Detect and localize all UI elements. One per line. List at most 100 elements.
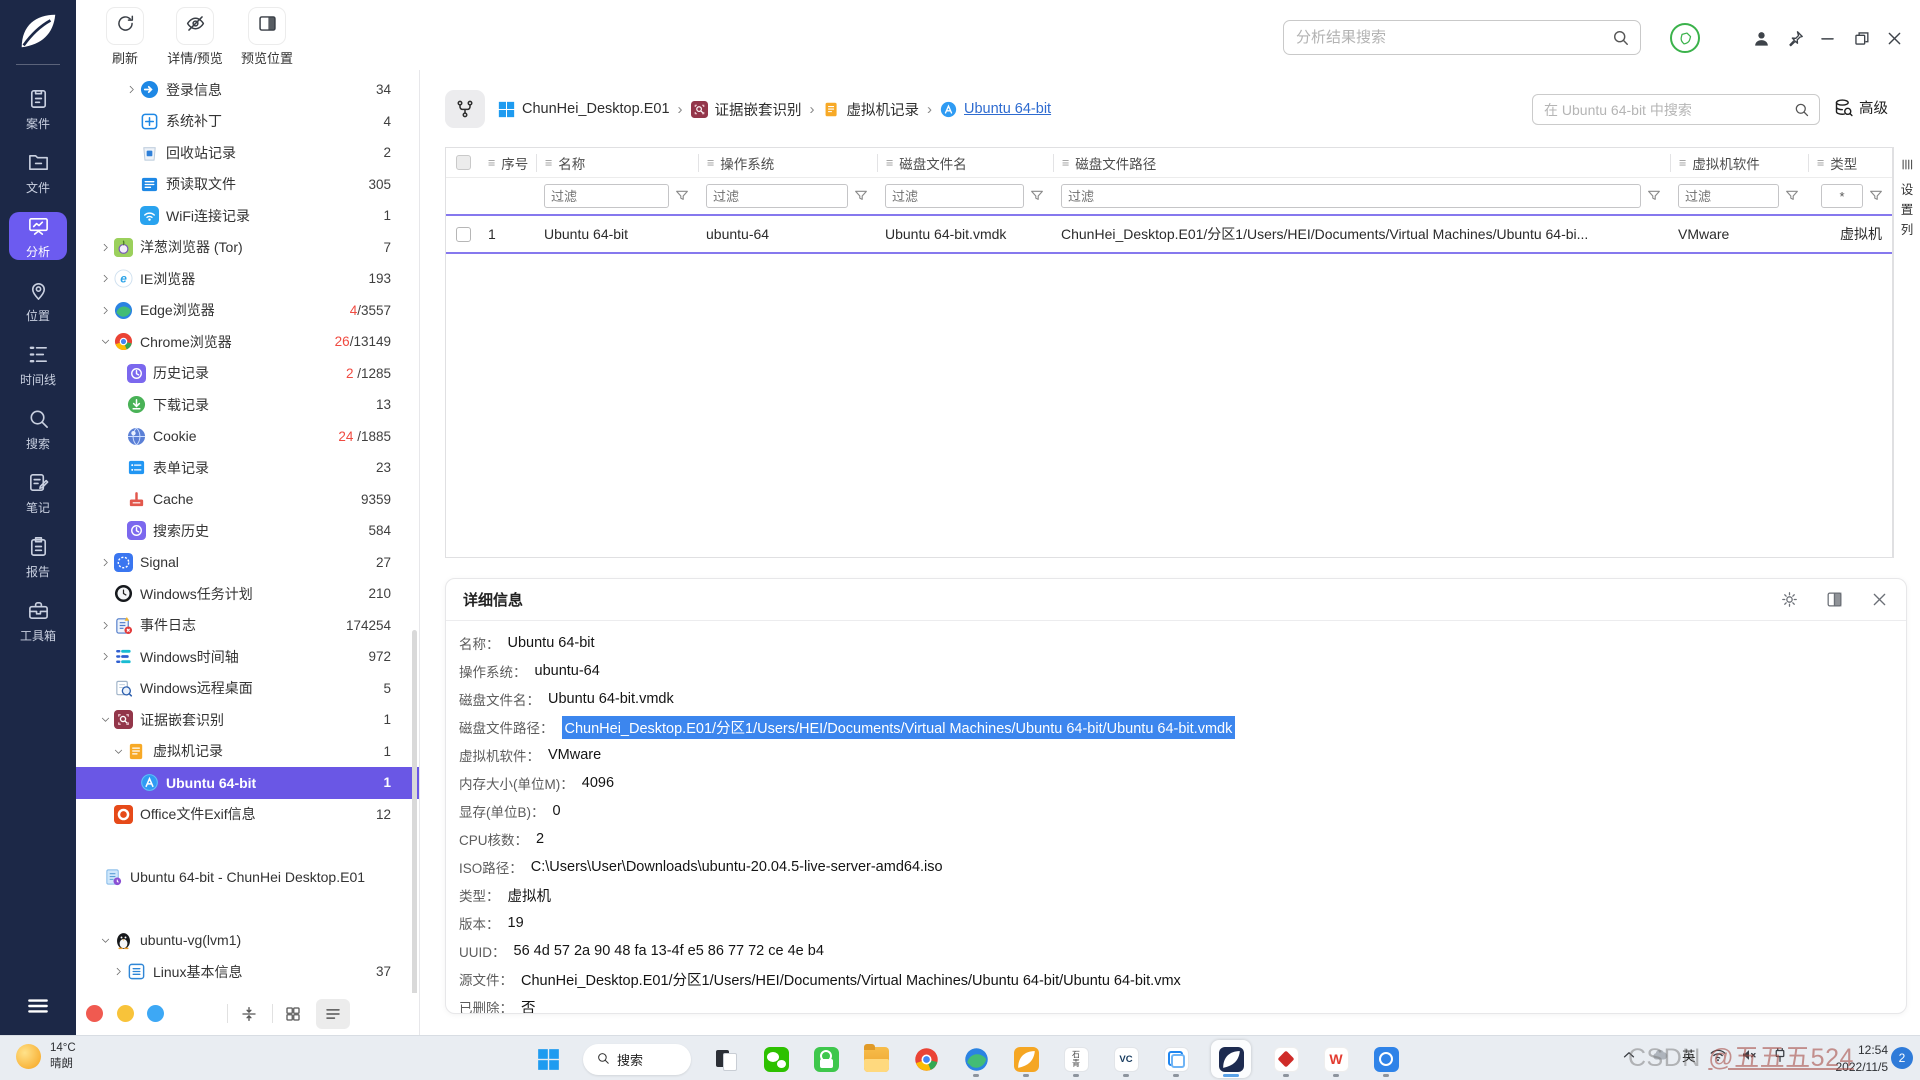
status-dot-blue[interactable]	[147, 1005, 164, 1022]
row-checkbox[interactable]	[456, 227, 471, 242]
branch-view-icon[interactable]	[445, 90, 485, 128]
tree-item[interactable]: 系统补丁4	[76, 106, 419, 138]
select-all-checkbox[interactable]	[446, 154, 480, 172]
tree-item[interactable]: Edge浏览器4/3557	[76, 295, 419, 327]
filter-input-os[interactable]	[706, 184, 848, 208]
chevron-right-icon[interactable]	[96, 651, 114, 663]
tree-item[interactable]: Linux基本信息37	[76, 956, 419, 988]
taskbar-app-task-view[interactable]	[711, 1040, 741, 1078]
taskbar-app-file-explorer[interactable]	[861, 1040, 891, 1078]
rail-item-timeline[interactable]: 时间线	[9, 340, 67, 388]
tree-item[interactable]: 预读取文件305	[76, 169, 419, 201]
funnel-icon[interactable]	[1646, 188, 1662, 204]
rail-item-notes[interactable]: 笔记	[9, 468, 67, 516]
breadcrumb-segment[interactable]: 证据嵌套识别	[715, 99, 802, 120]
funnel-icon[interactable]	[1029, 188, 1045, 204]
tree-item[interactable]: Ubuntu 64-bit - ChunHei Desktop.E01	[76, 862, 419, 894]
column-header-diskpath[interactable]: ≡磁盘文件路径	[1053, 154, 1670, 172]
tree-item[interactable]: 登录信息34	[76, 74, 419, 106]
preview-position-button[interactable]: 预览位置	[231, 7, 303, 67]
chevron-right-icon[interactable]	[109, 966, 127, 978]
taskbar-clock[interactable]: 12:54 2022/11/5	[1812, 1042, 1888, 1076]
cloud-icon[interactable]	[1651, 1046, 1669, 1064]
tree-item[interactable]: Windows远程桌面5	[76, 673, 419, 705]
tree-item[interactable]: 搜索历史584	[76, 515, 419, 547]
minimize-icon[interactable]	[1818, 29, 1837, 48]
taskbar-app-wps[interactable]	[1321, 1040, 1351, 1078]
taskbar-app-forensic-orange[interactable]	[1011, 1040, 1041, 1078]
chevron-down-icon[interactable]	[109, 745, 127, 757]
refresh-button[interactable]: 刷新	[89, 7, 161, 67]
taskbar-app-blue-tool[interactable]	[1371, 1040, 1401, 1078]
taskbar-app-edge[interactable]	[961, 1040, 991, 1078]
table-row[interactable]: 1 Ubuntu 64-bit ubuntu-64 Ubuntu 64-bit.…	[446, 214, 1892, 254]
pin-window-icon[interactable]	[1786, 29, 1805, 48]
column-header-type[interactable]: ≡类型	[1808, 154, 1892, 172]
search-icon[interactable]	[1793, 101, 1810, 118]
column-header-software[interactable]: ≡虚拟机软件	[1670, 154, 1808, 172]
funnel-icon[interactable]	[674, 188, 690, 204]
taskbar-app-chrome[interactable]	[911, 1040, 941, 1078]
rail-item-report[interactable]: 报告	[9, 532, 67, 580]
panel-layout-icon[interactable]	[1825, 590, 1844, 609]
rail-item-files[interactable]: 文件	[9, 148, 67, 196]
license-badge-icon[interactable]	[1670, 23, 1700, 53]
tree-item[interactable]: WiFi连接记录1	[76, 200, 419, 232]
tree-item[interactable]: 事件日志174254	[76, 610, 419, 642]
taskbar-app-wechat[interactable]	[761, 1040, 791, 1078]
taskbar-app-white-app[interactable]	[1061, 1040, 1091, 1078]
funnel-icon[interactable]	[853, 188, 869, 204]
breadcrumb-segment[interactable]: 虚拟机记录	[847, 99, 920, 120]
taskbar-app-forensic-navy[interactable]	[1211, 1040, 1251, 1078]
chevron-right-icon[interactable]	[96, 619, 114, 631]
taskbar-app-security-red[interactable]	[1271, 1040, 1301, 1078]
wifi-icon[interactable]	[1709, 1046, 1727, 1064]
column-header-diskfile[interactable]: ≡磁盘文件名	[877, 154, 1053, 172]
column-header-os[interactable]: ≡操作系统	[698, 154, 877, 172]
tree-item[interactable]: Windows任务计划210	[76, 578, 419, 610]
volume-muted-icon[interactable]	[1740, 1046, 1758, 1064]
status-dot-red[interactable]	[86, 1005, 103, 1022]
rail-item-location[interactable]: 位置	[9, 276, 67, 324]
user-account-icon[interactable]	[1752, 29, 1771, 48]
close-icon[interactable]	[1885, 29, 1904, 48]
filter-input-name[interactable]	[544, 184, 669, 208]
tree-item[interactable]: 证据嵌套识别1	[76, 704, 419, 736]
split-view-icon[interactable]	[236, 1002, 262, 1026]
tree-item[interactable]: Office文件Exif信息12	[76, 799, 419, 831]
taskbar-app-green-store[interactable]	[811, 1040, 841, 1078]
list-view-icon[interactable]	[316, 999, 350, 1029]
tree-scrollbar[interactable]	[412, 630, 417, 1000]
tree-item[interactable]: Windows时间轴972	[76, 641, 419, 673]
rail-item-search[interactable]: 搜索	[9, 404, 67, 452]
advanced-search-button[interactable]: 高级	[1834, 97, 1888, 118]
restore-icon[interactable]	[1852, 29, 1871, 48]
filter-input-type[interactable]	[1821, 184, 1863, 208]
menu-hamburger-icon[interactable]	[25, 993, 51, 1019]
tree-item[interactable]: 洋葱浏览器 (Tor)7	[76, 232, 419, 264]
chevron-up-icon[interactable]	[1620, 1046, 1638, 1064]
grid-view-icon[interactable]	[280, 1002, 306, 1026]
filter-input-software[interactable]	[1678, 184, 1779, 208]
tree-item[interactable]: 历史记录2 /1285	[76, 358, 419, 390]
filter-input-diskfile[interactable]	[885, 184, 1024, 208]
input-language[interactable]: 英	[1682, 1045, 1696, 1065]
tree-item[interactable]: Cookie24 /1885	[76, 421, 419, 453]
rail-item-analysis[interactable]: 分析	[9, 212, 67, 260]
taskbar-app-vc-app[interactable]	[1111, 1040, 1141, 1078]
chevron-right-icon[interactable]	[96, 556, 114, 568]
tree-item[interactable]: Signal27	[76, 547, 419, 579]
chevron-down-icon[interactable]	[96, 714, 114, 726]
notification-badge[interactable]: 2	[1891, 1047, 1913, 1069]
filter-input-diskpath[interactable]	[1061, 184, 1641, 208]
taskbar-search-pill[interactable]: 搜索	[583, 1044, 691, 1075]
tree-item[interactable]: 表单记录23	[76, 452, 419, 484]
tree-item[interactable]: Chrome浏览器26/13149	[76, 326, 419, 358]
tree-item[interactable]: Cache9359	[76, 484, 419, 516]
chevron-right-icon[interactable]	[96, 304, 114, 316]
funnel-icon[interactable]	[1784, 188, 1800, 204]
chevron-right-icon[interactable]	[122, 84, 140, 96]
scoped-search-input[interactable]	[1542, 101, 1793, 119]
column-header-name[interactable]: ≡名称	[536, 154, 698, 172]
tree-item[interactable]: Ubuntu 64-bit1	[76, 767, 419, 799]
